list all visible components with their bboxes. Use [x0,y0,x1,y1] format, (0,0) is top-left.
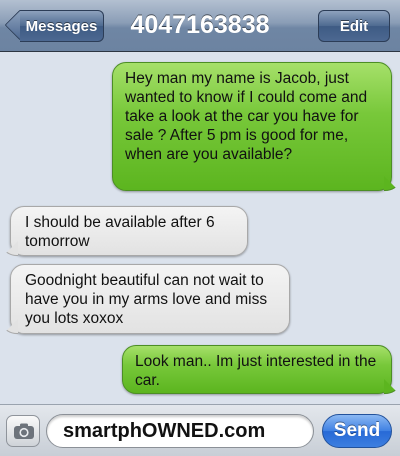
composer-bar: smartphOWNED.com Send [0,404,400,456]
back-button[interactable]: Messages [20,10,104,42]
received-message-bubble: Goodnight beautiful can not wait to have… [10,264,290,334]
camera-icon [14,423,34,439]
send-button[interactable]: Send [322,414,392,448]
received-message-bubble: I should be available after 6 tomorrow [10,206,248,256]
sent-message-bubble: Hey man my name is Jacob, just wanted to… [112,62,392,191]
message-input[interactable]: smartphOWNED.com [46,414,314,448]
edit-button-label: Edit [339,17,369,35]
navigation-bar: Messages 4047163838 Edit [0,0,400,52]
message-list: Hey man my name is Jacob, just wanted to… [0,52,400,404]
edit-button[interactable]: Edit [318,10,390,42]
back-button-label: Messages [25,17,98,35]
conversation-title: 4047163838 [130,11,270,39]
message-input-value: smartphOWNED.com [63,419,266,442]
camera-button[interactable] [6,415,40,447]
sent-message-bubble: Look man.. Im just interested in the car… [122,345,392,394]
send-button-label: Send [333,420,381,441]
